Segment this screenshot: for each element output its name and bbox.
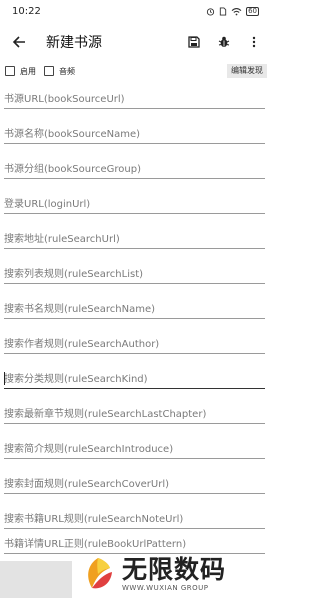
save-button[interactable] [183,24,205,60]
rule-search-cover-url-field[interactable]: 搜索封面规则(ruleSearchCoverUrl) [4,470,265,494]
status-icons: 60 [206,6,259,16]
rule-search-name-field[interactable]: 搜索书名规则(ruleSearchName) [4,295,265,319]
edit-discovery-button[interactable]: 编辑发现 [227,64,267,78]
more-options-button[interactable] [243,24,265,60]
status-bar: 10:22 60 [0,0,269,22]
rule-search-url-field[interactable]: 搜索地址(ruleSearchUrl) [4,225,265,249]
rule-search-note-url-field[interactable]: 搜索书籍URL规则(ruleSearchNoteUrl) [4,505,265,529]
watermark-logo-icon [88,557,112,588]
bottom-panel [0,561,72,598]
enabled-label: 启用 [20,66,36,76]
debug-button[interactable] [213,24,235,60]
status-time: 10:22 [12,5,41,17]
audio-label: 音频 [59,66,75,76]
rule-search-last-chapter-field[interactable]: 搜索最新章节规则(ruleSearchLastChapter) [4,400,265,424]
rule-search-kind-field[interactable]: 搜索分类规则(ruleSearchKind) [4,365,265,389]
audio-checkbox[interactable]: 音频 [44,66,75,77]
rule-search-introduce-field[interactable]: 搜索简介规则(ruleSearchIntroduce) [4,435,265,459]
alarm-icon [206,7,215,16]
back-button[interactable] [1,24,37,60]
watermark-main-text: 无限数码 [122,554,227,584]
checkbox-box [5,66,15,76]
options-row: 启用 音频 编辑发现 [0,62,269,80]
bug-icon [218,36,230,47]
enabled-checkbox[interactable]: 启用 [5,66,36,77]
more-vert-icon [252,36,256,48]
arrow-back-icon [12,36,25,48]
book-source-group-field[interactable]: 书源分组(bookSourceGroup) [4,155,265,179]
watermark-sub-text: WWW.WUXIAN GROUP [122,583,209,592]
app-toolbar: 新建书源 [0,24,269,60]
page-title: 新建书源 [46,35,102,51]
rule-search-author-field[interactable]: 搜索作者规则(ruleSearchAuthor) [4,330,265,354]
checkbox-box [44,66,54,76]
book-source-url-field[interactable]: 书源URL(bookSourceUrl) [4,85,265,109]
rule-search-list-field[interactable]: 搜索列表规则(ruleSearchList) [4,260,265,284]
watermark: 无限数码 WWW.WUXIAN GROUP [78,549,269,598]
save-icon [188,36,200,48]
battery-icon: 60 [246,6,259,16]
book-source-name-field[interactable]: 书源名称(bookSourceName) [4,120,265,144]
sim-icon [219,6,227,16]
wifi-icon [231,7,242,15]
login-url-field[interactable]: 登录URL(loginUrl) [4,190,265,214]
